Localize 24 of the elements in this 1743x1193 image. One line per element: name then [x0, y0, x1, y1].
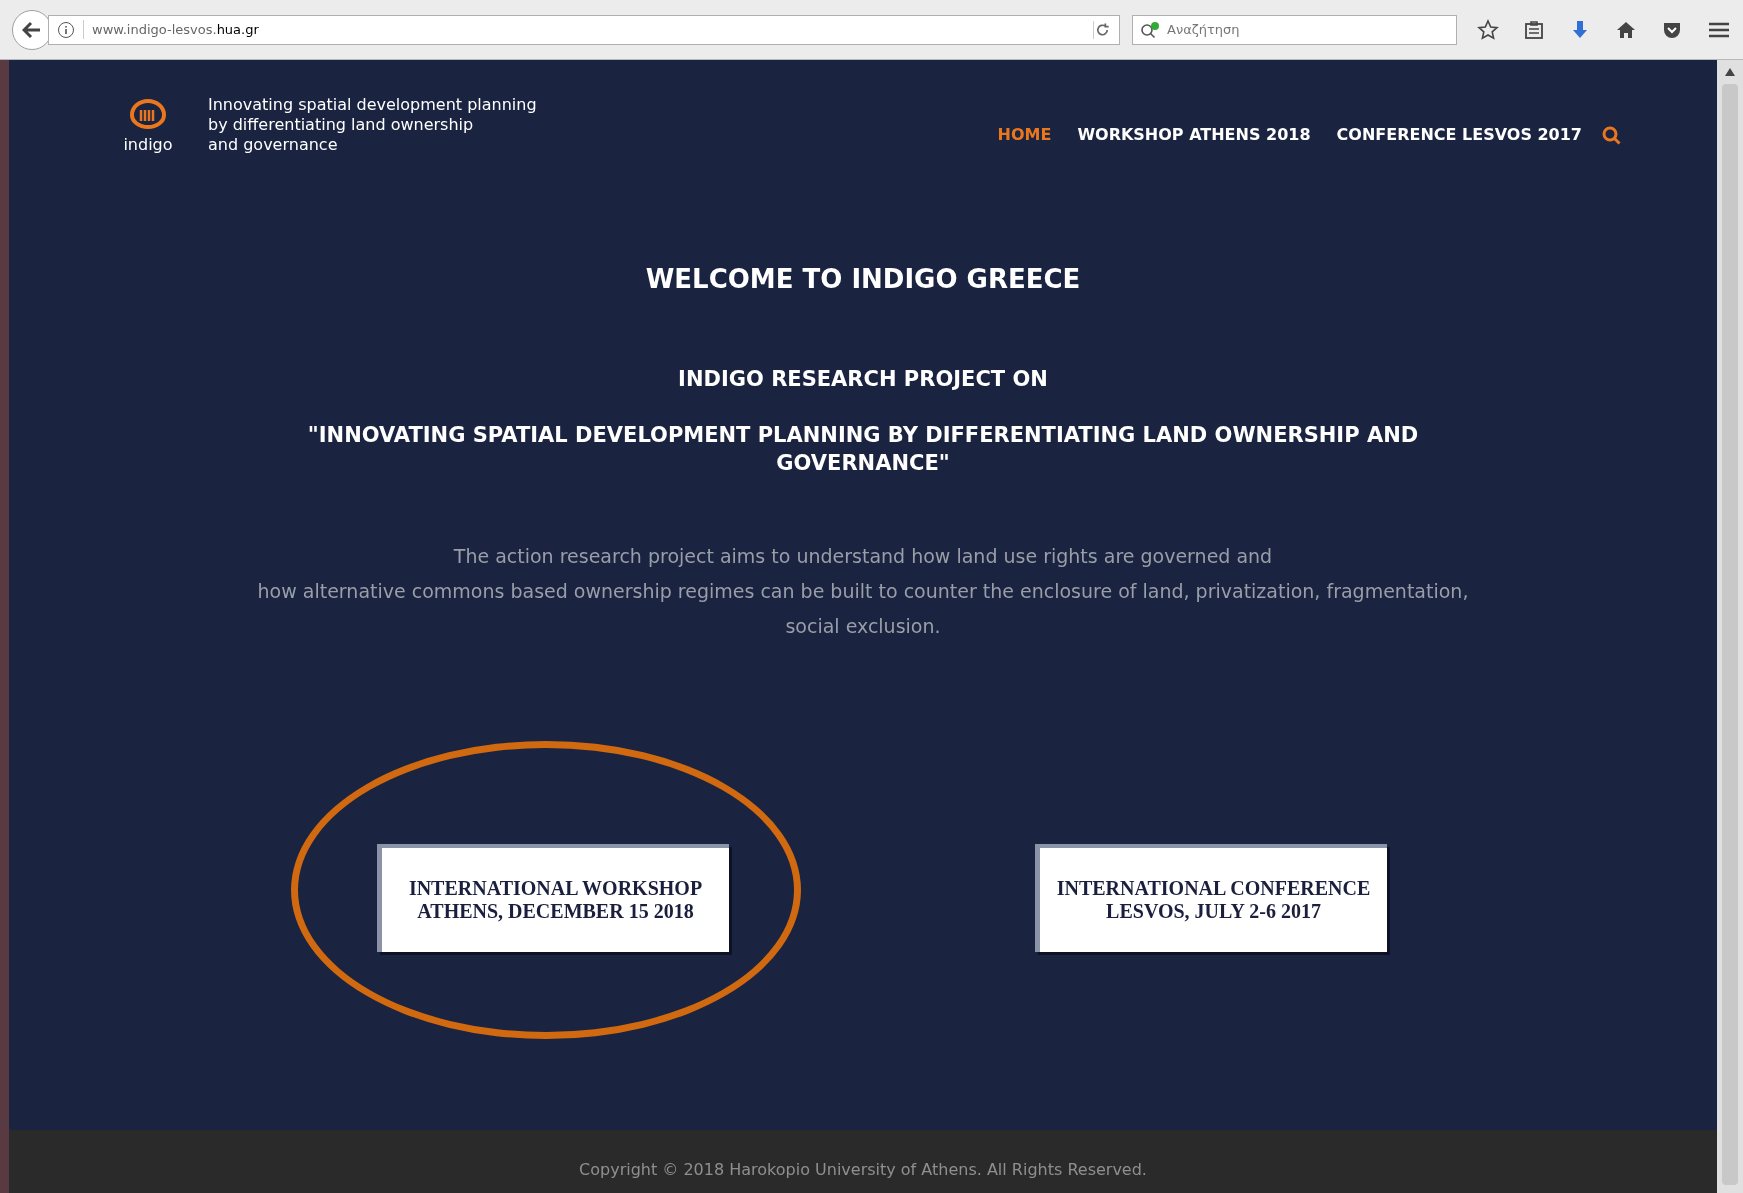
search-icon [1140, 20, 1162, 39]
page-title: WELCOME TO INDIGO GREECE [644, 263, 1082, 296]
reload-icon[interactable] [1093, 20, 1111, 39]
copyright-text: Copyright © 2018 Harokopio University of Athens. All Rights Reserved. [579, 1158, 1147, 1181]
event-button[interactable]: INTERNATIONAL WORKSHOP ATHENS, DECEMBER 15 2018 [377, 843, 729, 952]
star-icon[interactable] [1477, 18, 1499, 41]
project-description: The action research project aims to understand how land use rights are governed and how alternative commons based ownership regimes can be built to counter the enclosure of land, privatization, fragmentation, social exclusion. [256, 543, 1470, 639]
project-name: "INNOVATING SPATIAL DEVELOPMENT PLANNING BY DIFFERENTIATING LAND OWNERSHIP AND GOVERNANCE" [306, 421, 1420, 477]
nav-link[interactable]: HOME [997, 123, 1052, 147]
scroll-up-arrow-icon[interactable] [1725, 68, 1735, 76]
back-arrow-icon [22, 20, 42, 39]
url-text: www.indigo-lesvos.hua.gr [83, 19, 1085, 40]
info-icon [57, 20, 75, 39]
tagline: Innovating spatial development planning by differentiating land ownership and governance [208, 95, 537, 155]
clipboard-icon[interactable] [1523, 18, 1545, 41]
scroll-thumb[interactable] [1722, 84, 1738, 1185]
search-icon[interactable] [1602, 126, 1622, 146]
logo-text: indigo [123, 137, 173, 153]
search-field[interactable]: Αναζήτηση [1132, 14, 1457, 45]
project-subtitle: INDIGO RESEARCH PROJECT ON [677, 366, 1049, 393]
url-field[interactable]: www.indigo-lesvos.hua.gr [48, 14, 1120, 45]
nav-link[interactable]: WORKSHOP ATHENS 2018 [1077, 123, 1311, 147]
event-button[interactable]: INTERNATIONAL CONFERENCE LESVOS, JULY 2-6 2017 [1035, 843, 1387, 952]
nav-link[interactable]: CONFERENCE LESVOS 2017 [1336, 123, 1582, 147]
